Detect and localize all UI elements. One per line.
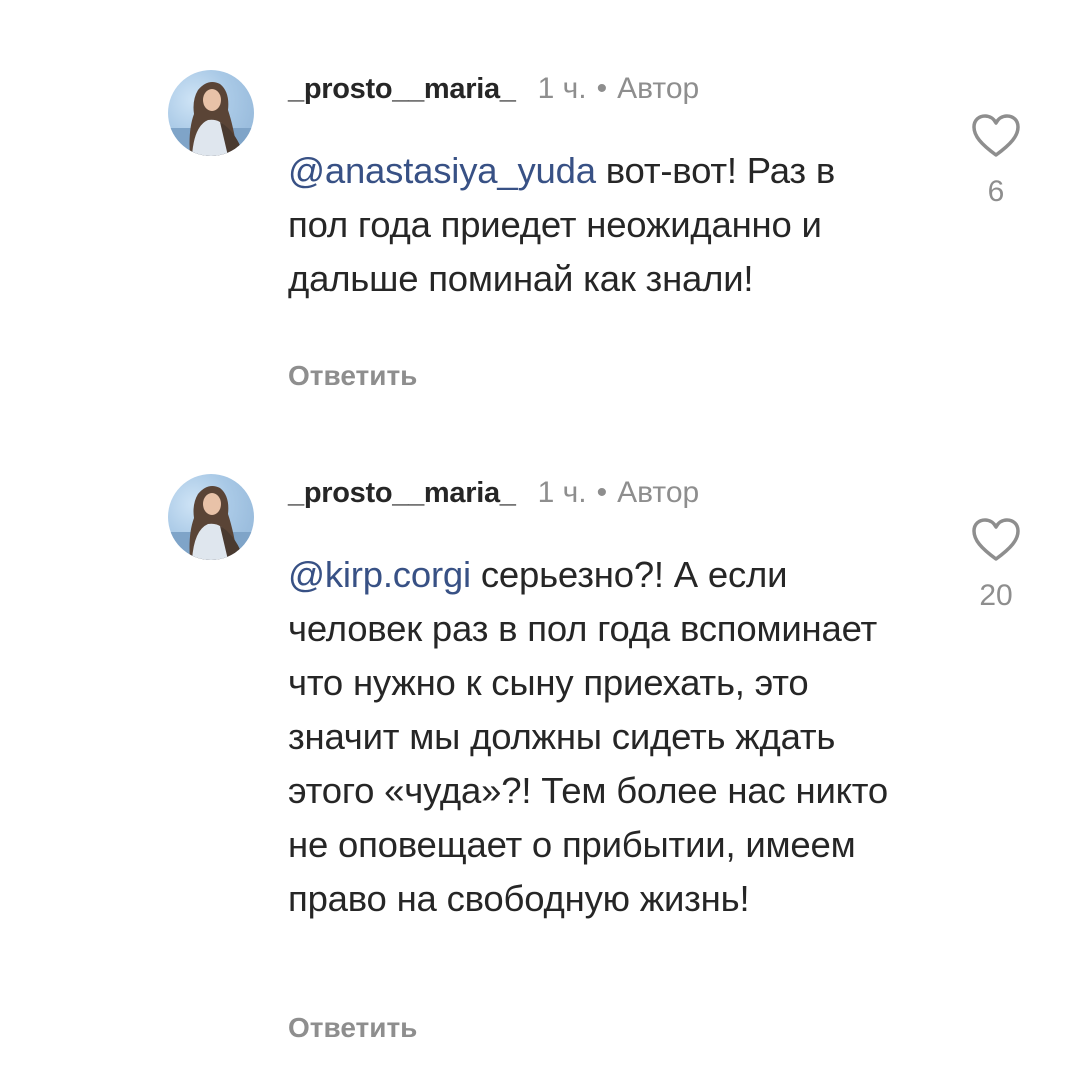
username[interactable]: _prosto__maria_ — [288, 477, 516, 510]
heart-icon[interactable] — [971, 113, 1021, 159]
heart-icon[interactable] — [971, 517, 1021, 563]
username[interactable]: _prosto__maria_ — [288, 73, 516, 106]
like-block: 20 — [966, 517, 1026, 613]
reply-button[interactable]: Ответить — [288, 1012, 417, 1044]
comment-time: 1 ч. — [537, 72, 587, 105]
comment-header: _prosto__maria_ 1 ч. • Автор — [288, 476, 699, 520]
like-count: 6 — [987, 175, 1005, 208]
mention-link[interactable]: @anastasiya_yuda — [288, 150, 596, 191]
like-count: 20 — [979, 579, 1013, 612]
profile-photo-icon — [168, 82, 254, 156]
avatar[interactable] — [168, 70, 254, 156]
author-badge: Автор — [617, 72, 700, 105]
comment-time: 1 ч. — [537, 476, 587, 509]
comment-text: @anastasiya_yuda вот-вот! Раз в пол года… — [288, 144, 898, 306]
comment-header: _prosto__maria_ 1 ч. • Автор — [288, 72, 699, 116]
separator-dot: • — [596, 72, 608, 105]
author-badge: Автор — [617, 476, 700, 509]
comment-text: @kirp.corgi серьезно?! А если человек ра… — [288, 548, 898, 926]
reply-button[interactable]: Ответить — [288, 360, 417, 392]
separator-dot: • — [596, 476, 608, 509]
comment-body: серьезно?! А если человек раз в пол года… — [288, 554, 889, 919]
like-block: 6 — [966, 113, 1026, 209]
mention-link[interactable]: @kirp.corgi — [288, 554, 471, 595]
avatar[interactable] — [168, 474, 254, 560]
profile-photo-icon — [168, 486, 254, 560]
